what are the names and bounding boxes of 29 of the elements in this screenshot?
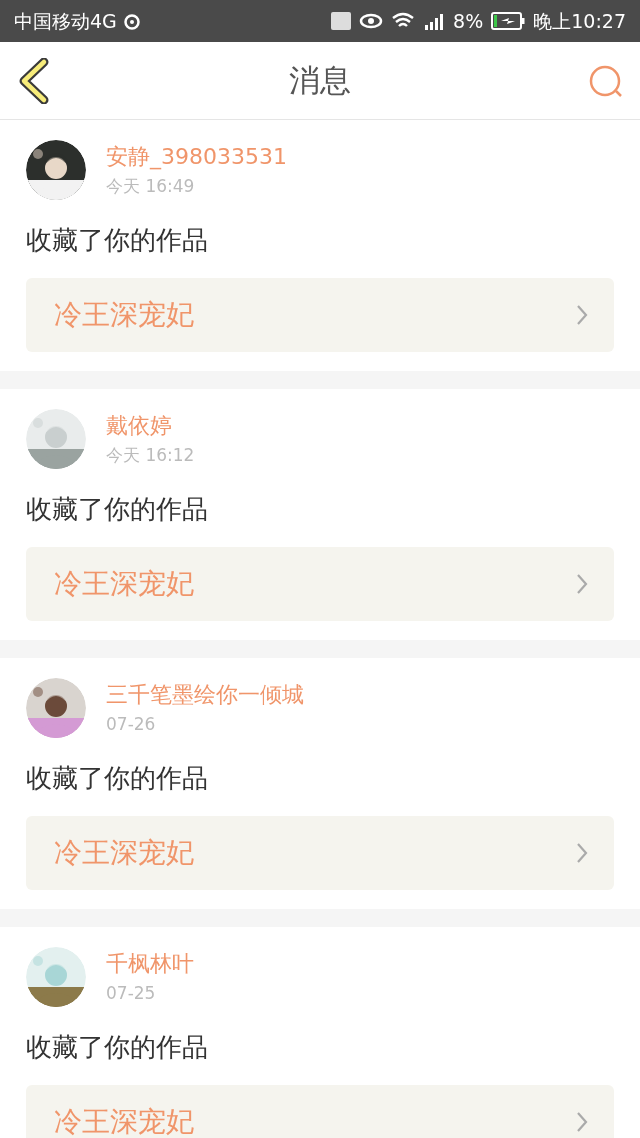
user-name[interactable]: 戴依婷 — [106, 412, 195, 440]
back-button[interactable] — [18, 58, 50, 104]
chevron-right-icon — [576, 573, 588, 595]
signal-icon — [423, 12, 446, 30]
message-time: 07-25 — [106, 982, 157, 1004]
swirl-icon — [122, 12, 141, 30]
work-link[interactable]: 冷王深宠妃 — [26, 816, 614, 890]
user-name[interactable]: 千枫林叶 — [106, 950, 194, 978]
page-title: 消息 — [289, 61, 351, 101]
message-time: 07-26 — [106, 713, 157, 735]
chevron-right-icon — [576, 1111, 588, 1133]
message-time: 今天 16:49 — [106, 175, 196, 197]
clock-time: 晚上10:27 — [533, 8, 626, 34]
message-text: 收藏了你的作品 — [26, 762, 209, 795]
battery-icon — [491, 12, 526, 30]
work-link[interactable]: 冷王深宠妃 — [26, 278, 614, 352]
message-text: 收藏了你的作品 — [26, 224, 209, 257]
battery-percent: 8% — [453, 8, 484, 34]
user-name[interactable]: 三千笔墨绘你一倾城 — [106, 681, 304, 709]
user-name[interactable]: 安静_398033531 — [106, 143, 287, 171]
chevron-right-icon — [576, 304, 588, 326]
eye-icon — [359, 13, 384, 29]
message-text: 收藏了你的作品 — [26, 493, 209, 526]
work-link[interactable]: 冷王深宠妃 — [26, 547, 614, 621]
carrier-name: 中国移动4G — [14, 8, 117, 34]
chevron-right-icon — [576, 842, 588, 864]
message-time: 今天 16:12 — [106, 444, 195, 466]
message-text: 收藏了你的作品 — [26, 1031, 209, 1064]
work-link[interactable]: 冷王深宠妃 — [26, 1085, 614, 1138]
